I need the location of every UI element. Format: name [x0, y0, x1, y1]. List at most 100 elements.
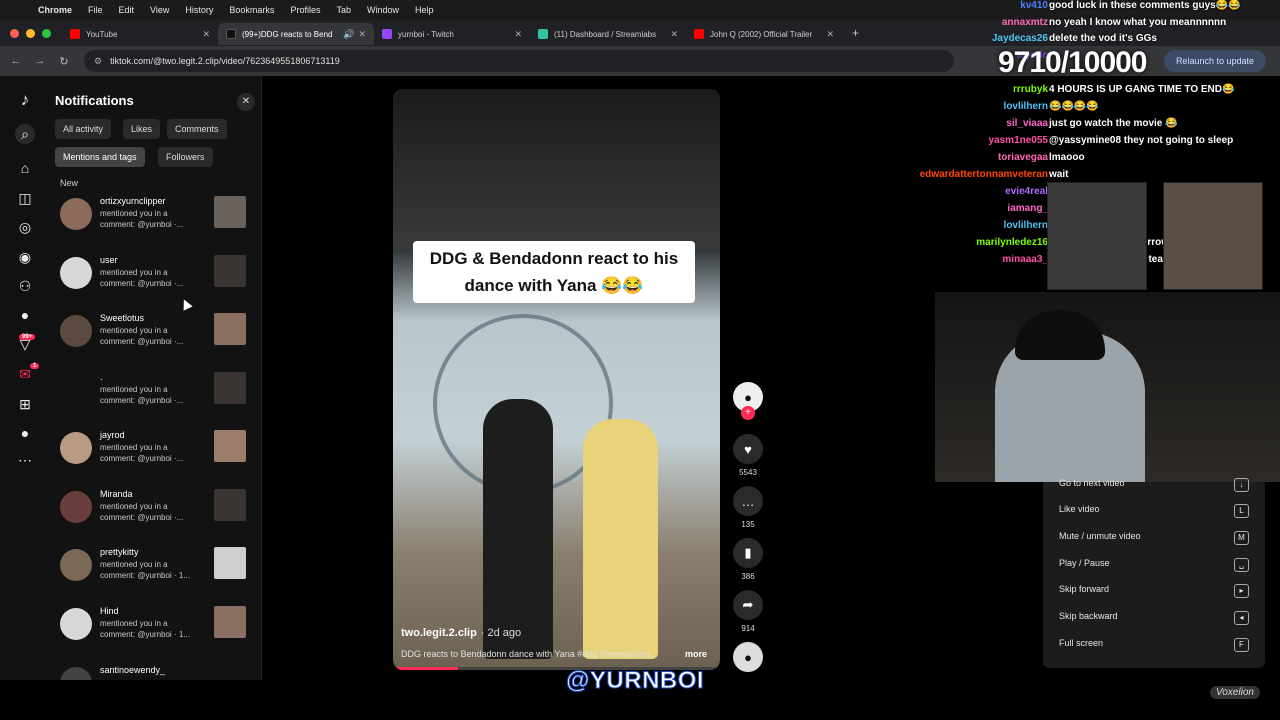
- close-tab-icon[interactable]: ✕: [358, 29, 366, 40]
- back-icon[interactable]: ←: [4, 55, 28, 67]
- video-thumbnail[interactable]: [214, 489, 246, 521]
- bookmark-icon[interactable]: ▮: [733, 538, 763, 568]
- more-button[interactable]: more: [685, 649, 707, 659]
- site-info-icon[interactable]: ⚙: [94, 56, 102, 67]
- video-thumbnail[interactable]: [214, 606, 246, 638]
- video-thumbnail[interactable]: [214, 430, 246, 462]
- live-icon[interactable]: ◉: [15, 247, 35, 267]
- user-name[interactable]: Sweetlotus: [100, 313, 144, 323]
- filter-likes[interactable]: Likes: [123, 119, 161, 139]
- avatar[interactable]: [60, 549, 92, 581]
- notification-item[interactable]: Sweetlotus mentioned you in a comment: @y…: [58, 309, 248, 353]
- minimize-window-button[interactable]: [26, 28, 35, 38]
- tab-youtube[interactable]: YouTube ✕: [62, 23, 218, 45]
- chat-username: iamang_: [1007, 203, 1048, 214]
- menu-window[interactable]: Window: [359, 5, 407, 15]
- user-name[interactable]: user: [100, 255, 118, 265]
- new-tab-button[interactable]: +: [842, 26, 859, 40]
- close-tab-icon[interactable]: ✕: [202, 29, 210, 40]
- video-thumbnail[interactable]: [214, 255, 246, 287]
- notification-item[interactable]: santinoewendy_: [58, 661, 248, 680]
- notification-item[interactable]: ortizxyurnclipper mentioned you in a comm…: [58, 192, 248, 236]
- overlay-clip: [1163, 182, 1263, 290]
- home-icon[interactable]: ⌂: [15, 158, 35, 178]
- user-name[interactable]: Hind: [100, 606, 119, 616]
- more-icon[interactable]: ⋯: [15, 450, 35, 470]
- menu-bookmarks[interactable]: Bookmarks: [221, 5, 282, 15]
- notification-item[interactable]: user mentioned you in a comment: @yurnboi…: [58, 251, 248, 295]
- close-tab-icon[interactable]: ✕: [670, 29, 678, 40]
- avatar[interactable]: [60, 374, 92, 406]
- close-window-button[interactable]: [10, 28, 19, 38]
- avatar[interactable]: [60, 491, 92, 523]
- tab-streamlabs[interactable]: (11) Dashboard / Streamlabs ✕: [530, 23, 686, 45]
- close-icon[interactable]: ✕: [237, 93, 255, 111]
- search-icon[interactable]: ⌕: [15, 124, 35, 144]
- user-name[interactable]: .: [100, 372, 103, 382]
- video-thumbnail[interactable]: [214, 547, 246, 579]
- notification-item[interactable]: jayrod mentioned you in a comment: @yurnb…: [58, 426, 248, 470]
- heart-icon[interactable]: ♥: [733, 434, 763, 464]
- follow-button[interactable]: +: [741, 406, 755, 420]
- filter-comments[interactable]: Comments: [167, 119, 227, 139]
- menu-edit[interactable]: Edit: [111, 5, 143, 15]
- share-button[interactable]: ➦ 914: [731, 590, 765, 633]
- like-button[interactable]: ♥ 5543: [731, 434, 765, 477]
- avatar[interactable]: [60, 257, 92, 289]
- sound-avatar[interactable]: ●: [731, 642, 765, 672]
- shop-icon[interactable]: ◫: [15, 188, 35, 208]
- speaker-icon[interactable]: 🔊: [343, 29, 354, 40]
- notification-item[interactable]: Miranda mentioned you in a comment: @yurn…: [58, 485, 248, 529]
- explore-icon[interactable]: ◎: [15, 217, 35, 237]
- filter-all-activity[interactable]: All activity: [55, 119, 112, 139]
- notification-item[interactable]: . mentioned you in a comment: @yurnboi ·.…: [58, 368, 248, 412]
- menu-history[interactable]: History: [177, 5, 221, 15]
- video-player[interactable]: DDG & Bendadonn react to his dance with …: [393, 89, 720, 670]
- user-name[interactable]: jayrod: [100, 430, 125, 440]
- live-avatar-icon[interactable]: ●: [15, 305, 35, 325]
- tab-twitch[interactable]: yurnboi - Twitch ✕: [374, 23, 530, 45]
- reload-icon[interactable]: ↻: [52, 55, 76, 68]
- avatar[interactable]: [60, 608, 92, 640]
- share-icon[interactable]: ➦: [733, 590, 763, 620]
- notification-item[interactable]: prettykitty mentioned you in a comment: @…: [58, 543, 248, 587]
- tab-tiktok[interactable]: (99+)DDG reacts to Bend 🔊 ✕: [218, 23, 374, 45]
- avatar[interactable]: [60, 315, 92, 347]
- video-thumbnail[interactable]: [214, 313, 246, 345]
- menu-view[interactable]: View: [142, 5, 177, 15]
- menu-help[interactable]: Help: [407, 5, 442, 15]
- url-input[interactable]: ⚙ tiktok.com/@two.legit.2.clip/video/762…: [84, 50, 954, 72]
- profile-avatar[interactable]: ●: [15, 423, 35, 443]
- user-name[interactable]: Miranda: [100, 489, 133, 499]
- video-author[interactable]: two.legit.2.clip · 2d ago: [401, 627, 521, 639]
- save-button[interactable]: ▮ 386: [731, 538, 765, 581]
- user-name[interactable]: ortizxyurnclipper: [100, 196, 166, 206]
- zoom-window-button[interactable]: [42, 28, 51, 38]
- chat-username: annaxmtz: [1001, 17, 1048, 28]
- close-tab-icon[interactable]: ✕: [514, 29, 522, 40]
- upload-icon[interactable]: ⊞: [15, 394, 35, 414]
- video-thumbnail[interactable]: [214, 372, 246, 404]
- filter-mentions[interactable]: Mentions and tags: [55, 147, 145, 167]
- creator-avatar[interactable]: ● +: [731, 382, 765, 420]
- menu-profiles[interactable]: Profiles: [282, 5, 328, 15]
- tab-john-q[interactable]: John Q (2002) Official Trailer ✕: [686, 23, 842, 45]
- avatar[interactable]: [60, 198, 92, 230]
- comment-button[interactable]: … 135: [731, 486, 765, 529]
- user-name[interactable]: santinoewendy_: [100, 665, 165, 675]
- filter-followers[interactable]: Followers: [158, 147, 213, 167]
- avatar[interactable]: [60, 432, 92, 464]
- forward-icon[interactable]: →: [28, 55, 52, 67]
- comment-icon[interactable]: …: [733, 486, 763, 516]
- avatar[interactable]: [60, 667, 92, 680]
- close-tab-icon[interactable]: ✕: [826, 29, 834, 40]
- menu-tab[interactable]: Tab: [328, 5, 359, 15]
- notification-item[interactable]: Hind mentioned you in a comment: @yurnboi…: [58, 602, 248, 646]
- user-name[interactable]: prettykitty: [100, 547, 139, 557]
- tiktok-logo-icon[interactable]: ♪: [15, 90, 35, 110]
- menu-file[interactable]: File: [80, 5, 111, 15]
- music-disc-icon[interactable]: ●: [733, 642, 763, 672]
- video-thumbnail[interactable]: [214, 196, 246, 228]
- following-icon[interactable]: ⚇: [15, 276, 35, 296]
- menu-app-name[interactable]: Chrome: [30, 5, 80, 15]
